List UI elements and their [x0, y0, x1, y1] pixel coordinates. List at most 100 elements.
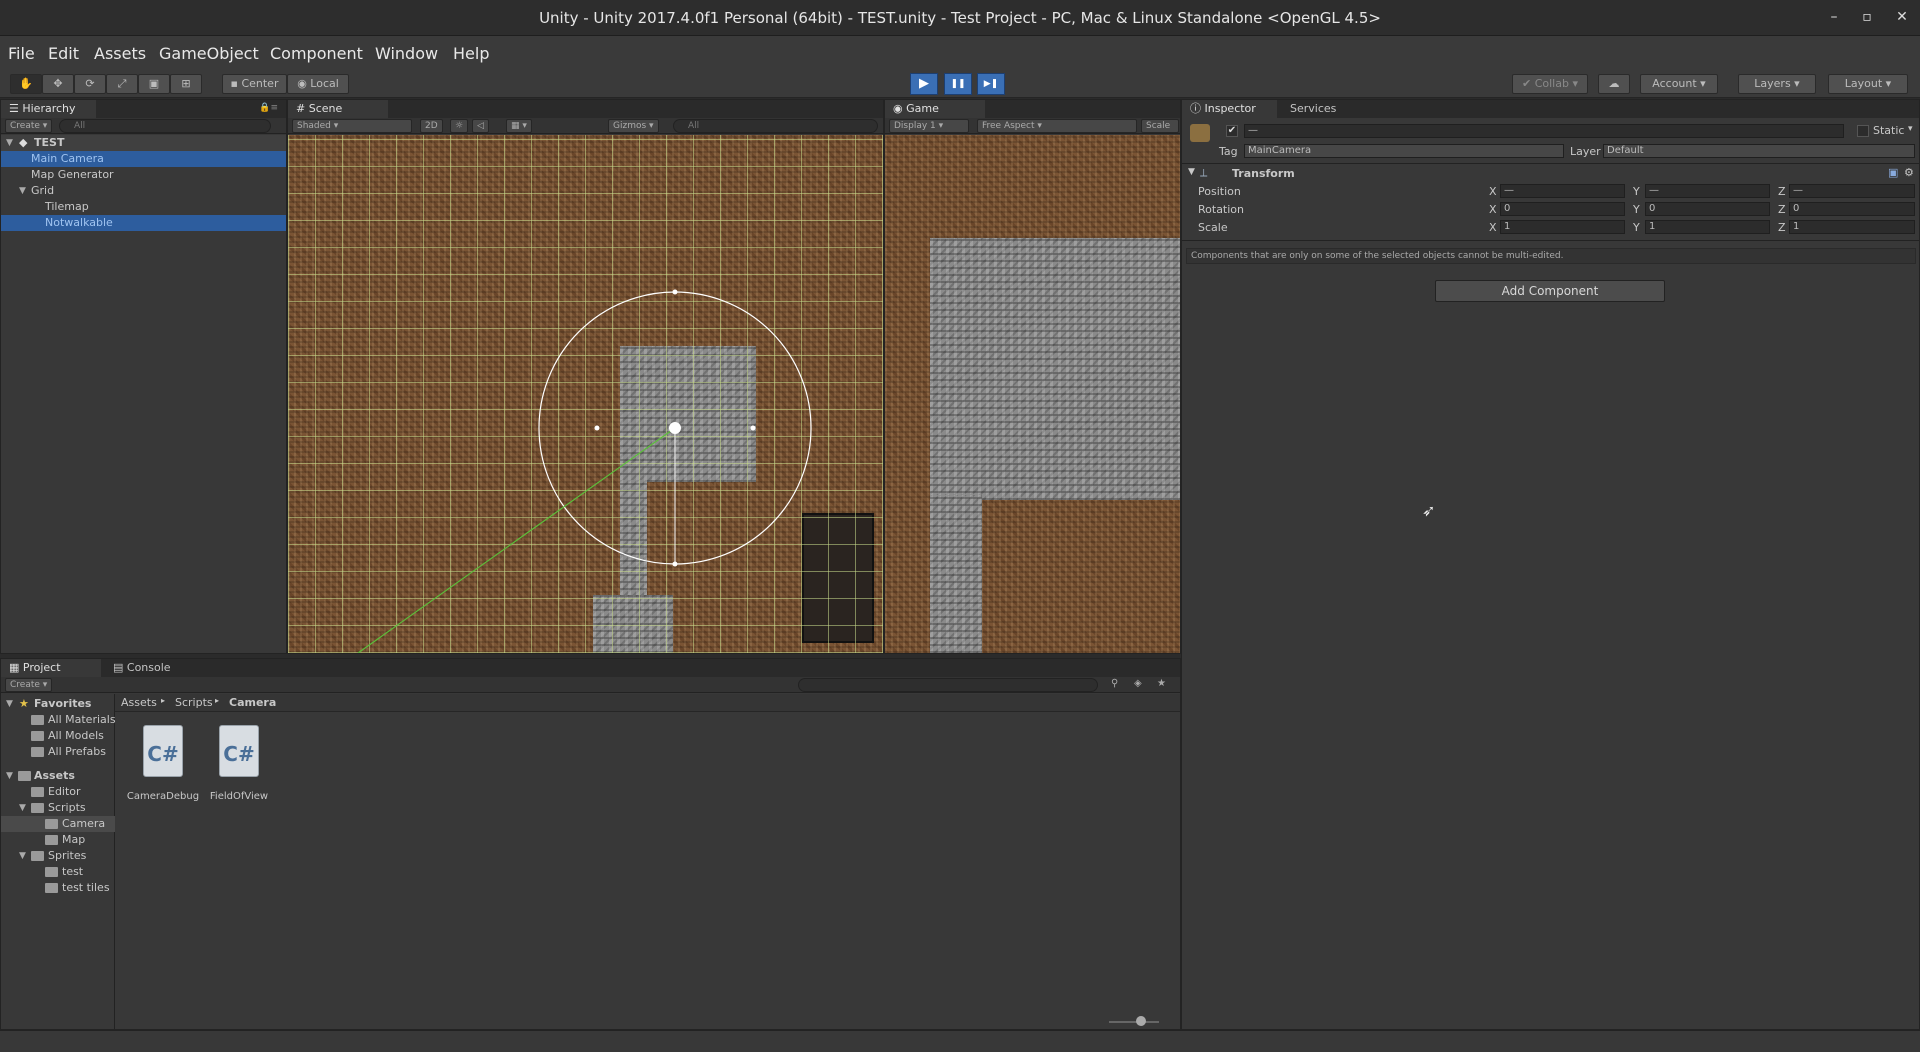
- aspect-dropdown[interactable]: Free Aspect ▾: [977, 119, 1137, 133]
- folder-map[interactable]: Map: [45, 832, 85, 848]
- rotate-tool-icon[interactable]: ⟳: [74, 74, 106, 94]
- add-component-button[interactable]: Add Component: [1435, 280, 1665, 302]
- rect-tool-icon[interactable]: ▣: [138, 74, 170, 94]
- filter-type-icon[interactable]: ⚲: [1111, 678, 1118, 689]
- tab-scene[interactable]: # Scene: [288, 100, 388, 118]
- csharp-script-icon[interactable]: C#: [143, 725, 183, 777]
- game-viewport[interactable]: [885, 135, 1180, 653]
- gear-icon[interactable]: ⚙: [1904, 166, 1914, 179]
- collab-button[interactable]: ✔ Collab ▾: [1512, 74, 1588, 94]
- favorite-all-materials[interactable]: All Materials: [31, 712, 116, 728]
- help-icon[interactable]: ▣: [1888, 166, 1898, 179]
- menu-gameobject[interactable]: GameObject: [159, 44, 259, 63]
- tab-inspector[interactable]: ⓘ Inspector: [1182, 100, 1277, 118]
- menu-file[interactable]: File: [8, 44, 35, 63]
- expand-arrow-icon[interactable]: ▼: [19, 183, 26, 199]
- pause-button[interactable]: ❚❚: [944, 73, 972, 95]
- favorites-row[interactable]: ▼ ★ Favorites: [1, 696, 115, 712]
- pivot-local-button[interactable]: ◉ Local: [287, 74, 349, 94]
- position-x-field[interactable]: —: [1500, 184, 1625, 198]
- minimize-icon[interactable]: –: [1825, 8, 1843, 26]
- step-button[interactable]: ▶❚: [977, 73, 1005, 95]
- rotation-z-field[interactable]: 0: [1789, 202, 1915, 216]
- pivot-center-button[interactable]: ▪ Center: [222, 74, 287, 94]
- scale-slider[interactable]: Scale: [1141, 119, 1179, 133]
- account-dropdown[interactable]: Account ▾: [1640, 74, 1718, 94]
- asset-name-fieldofview[interactable]: FieldOfView: [199, 791, 279, 802]
- favorite-all-prefabs[interactable]: All Prefabs: [31, 744, 106, 760]
- move-tool-icon[interactable]: ✥: [42, 74, 74, 94]
- menu-assets[interactable]: Assets: [94, 44, 146, 63]
- mode-2d-toggle[interactable]: 2D: [420, 119, 443, 133]
- hierarchy-item-grid[interactable]: ▼ Grid: [1, 183, 286, 199]
- static-checkbox[interactable]: [1857, 125, 1869, 137]
- icon-size-slider-thumb[interactable]: [1136, 1016, 1146, 1026]
- favorite-star-icon[interactable]: ★: [1157, 678, 1166, 689]
- expand-arrow-icon[interactable]: ▼: [6, 135, 13, 151]
- project-create-button[interactable]: Create ▾: [5, 678, 53, 692]
- hierarchy-item-tilemap[interactable]: Tilemap: [1, 199, 286, 215]
- csharp-script-icon[interactable]: C#: [219, 725, 259, 777]
- close-icon[interactable]: ✕: [1893, 8, 1911, 26]
- tab-project[interactable]: ▦ Project: [1, 659, 101, 677]
- audio-icon[interactable]: ◁: [472, 119, 489, 133]
- layer-dropdown[interactable]: Default: [1603, 144, 1915, 158]
- folder-sprites[interactable]: ▼ Sprites: [1, 848, 115, 864]
- tab-console[interactable]: ▤ Console: [105, 659, 195, 677]
- display-dropdown[interactable]: Display 1 ▾: [889, 119, 969, 133]
- lock-icon[interactable]: 🔒≡: [259, 103, 278, 113]
- active-checkbox[interactable]: ✔: [1226, 125, 1238, 137]
- folder-editor[interactable]: Editor: [31, 784, 81, 800]
- expand-arrow-icon[interactable]: ▼: [19, 800, 26, 816]
- folder-scripts[interactable]: ▼ Scripts: [1, 800, 115, 816]
- folder-test-tiles[interactable]: test tiles: [45, 880, 110, 896]
- rotation-y-field[interactable]: 0: [1645, 202, 1770, 216]
- breadcrumb-camera[interactable]: Camera: [229, 696, 276, 709]
- breadcrumb-scripts[interactable]: Scripts: [175, 696, 213, 709]
- effects-icon[interactable]: ▦ ▾: [506, 119, 532, 133]
- position-z-field[interactable]: —: [1789, 184, 1915, 198]
- static-dropdown-icon[interactable]: ▾: [1908, 124, 1913, 134]
- expand-arrow-icon[interactable]: ▼: [6, 696, 13, 712]
- rotation-x-field[interactable]: 0: [1500, 202, 1625, 216]
- scale-x-field[interactable]: 1: [1500, 220, 1625, 234]
- tag-dropdown[interactable]: MainCamera: [1244, 144, 1564, 158]
- hand-tool-icon[interactable]: ✋: [10, 74, 42, 94]
- tab-hierarchy[interactable]: ☰ Hierarchy: [1, 100, 96, 118]
- scale-tool-icon[interactable]: ⤢: [106, 74, 138, 94]
- transform-tool-icon[interactable]: ⊞: [170, 74, 202, 94]
- tab-game[interactable]: ◉ Game: [885, 100, 985, 118]
- scale-z-field[interactable]: 1: [1789, 220, 1915, 234]
- hierarchy-create-button[interactable]: Create ▾: [5, 119, 53, 133]
- assets-root-row[interactable]: ▼ Assets: [1, 768, 115, 784]
- hierarchy-search-input[interactable]: All: [59, 119, 271, 133]
- expand-arrow-icon[interactable]: ▼: [6, 768, 13, 784]
- lighting-icon[interactable]: ☼: [450, 119, 469, 133]
- folder-camera[interactable]: Camera: [1, 816, 115, 832]
- menu-edit[interactable]: Edit: [48, 44, 79, 63]
- object-name-field[interactable]: —: [1244, 124, 1844, 138]
- filter-label-icon[interactable]: ◈: [1134, 678, 1142, 689]
- expand-arrow-icon[interactable]: ▼: [1188, 167, 1195, 177]
- layout-dropdown[interactable]: Layout ▾: [1828, 74, 1908, 94]
- favorite-all-models[interactable]: All Models: [31, 728, 104, 744]
- cloud-icon[interactable]: ☁: [1598, 74, 1630, 94]
- asset-name-cameradebug[interactable]: CameraDebug: [123, 791, 203, 802]
- folder-test[interactable]: test: [45, 864, 83, 880]
- hierarchy-item-map-generator[interactable]: Map Generator: [1, 167, 286, 183]
- hierarchy-item-notwalkable[interactable]: Notwalkable: [1, 215, 286, 231]
- menu-window[interactable]: Window: [375, 44, 438, 63]
- scene-root-row[interactable]: ▼ ◆ TEST: [1, 135, 286, 151]
- project-search-input[interactable]: [798, 678, 1098, 692]
- scale-y-field[interactable]: 1: [1645, 220, 1770, 234]
- tab-services[interactable]: Services: [1282, 100, 1362, 118]
- position-y-field[interactable]: —: [1645, 184, 1770, 198]
- hierarchy-item-main-camera[interactable]: Main Camera: [1, 151, 286, 167]
- gizmos-dropdown[interactable]: Gizmos ▾: [608, 119, 659, 133]
- expand-arrow-icon[interactable]: ▼: [19, 848, 26, 864]
- layers-dropdown[interactable]: Layers ▾: [1738, 74, 1816, 94]
- menu-help[interactable]: Help: [453, 44, 489, 63]
- menu-component[interactable]: Component: [270, 44, 363, 63]
- scene-search-input[interactable]: All: [673, 119, 878, 133]
- maximize-icon[interactable]: ▫: [1858, 8, 1876, 26]
